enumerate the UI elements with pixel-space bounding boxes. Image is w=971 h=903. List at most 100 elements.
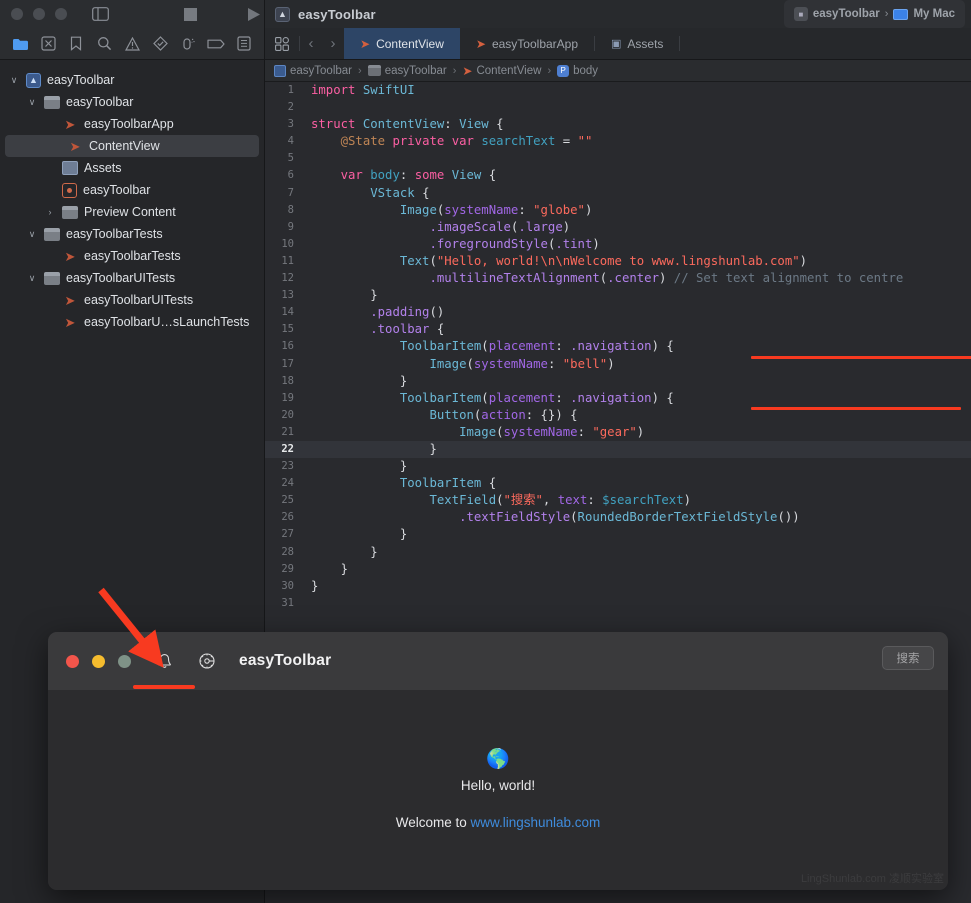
chevron-down-icon[interactable]: ∨: [26, 229, 38, 240]
code-line[interactable]: 2: [265, 99, 971, 116]
folder-project-navigator-icon[interactable]: [9, 33, 31, 55]
breakpoint-navigator-icon[interactable]: [205, 33, 227, 55]
code-text[interactable]: }: [303, 373, 971, 390]
code-text[interactable]: }: [303, 287, 971, 304]
code-line[interactable]: 5: [265, 150, 971, 167]
sidebar-item-contentview[interactable]: · ➤ ContentView: [5, 135, 259, 157]
code-line[interactable]: 29 }: [265, 561, 971, 578]
sidebar-item-easytoolbaruitests[interactable]: · ➤ easyToolbarUITests: [0, 289, 264, 311]
code-line[interactable]: 11 Text("Hello, world!\n\nWelcome to www…: [265, 253, 971, 270]
breadcrumb-item-folder[interactable]: easyToolbar: [367, 65, 447, 77]
navigate-back-button[interactable]: ‹: [300, 28, 322, 59]
sidebar-item-preview-content[interactable]: › Preview Content: [0, 201, 264, 223]
tab-easytoolbarapp[interactable]: ➤ easyToolbarApp: [460, 28, 594, 59]
run-play-icon[interactable]: [244, 4, 264, 24]
debug-navigator-icon[interactable]: [177, 33, 199, 55]
sidebar-item-easytoolbar[interactable]: ∨ easyToolbar: [0, 91, 264, 113]
code-text[interactable]: import SwiftUI: [303, 82, 971, 99]
sidebar-item-easytoolbartests[interactable]: ∨ easyToolbarTests: [0, 223, 264, 245]
sidebar-item-easytoolbaruitests[interactable]: ∨ easyToolbarUITests: [0, 267, 264, 289]
code-text[interactable]: ToolbarItem {: [303, 475, 971, 492]
code-line[interactable]: 7 VStack {: [265, 185, 971, 202]
chevron-right-icon[interactable]: ›: [44, 207, 56, 217]
code-text[interactable]: Text("Hello, world!\n\nWelcome to www.li…: [303, 253, 971, 270]
code-text[interactable]: .foregroundStyle(.tint): [303, 236, 971, 253]
chevron-down-icon[interactable]: ∨: [26, 97, 38, 108]
code-text[interactable]: @State private var searchText = "": [303, 133, 971, 150]
editor-grid-icon[interactable]: [265, 28, 299, 59]
tab-assets[interactable]: ▣ Assets: [595, 28, 679, 59]
code-line[interactable]: 21 Image(systemName: "gear"): [265, 424, 971, 441]
code-line[interactable]: 9 .imageScale(.large): [265, 219, 971, 236]
sidebar-toggle-icon[interactable]: [91, 4, 111, 24]
code-text[interactable]: [303, 99, 971, 116]
bookmark-navigator-icon[interactable]: [65, 33, 87, 55]
code-line[interactable]: 25 TextField("搜索", text: $searchText): [265, 492, 971, 509]
bell-icon[interactable]: [154, 651, 174, 671]
app-close-button[interactable]: [66, 654, 79, 668]
search-input[interactable]: 搜索: [882, 646, 934, 670]
code-text[interactable]: Image(systemName: "gear"): [303, 424, 971, 441]
find-navigator-icon[interactable]: [93, 33, 115, 55]
scheme-selector[interactable]: ■ easyToolbar › My Mac: [783, 0, 965, 28]
code-text[interactable]: ToolbarItem(placement: .navigation) {: [303, 390, 971, 407]
code-text[interactable]: }: [303, 544, 971, 561]
code-text[interactable]: }: [303, 561, 971, 578]
app-minimize-button[interactable]: [92, 654, 105, 668]
code-line[interactable]: 16 ToolbarItem(placement: .navigation) {: [265, 338, 971, 355]
sidebar-item-easytoolbaru-slaunchtests[interactable]: · ➤ easyToolbarU…sLaunchTests: [0, 311, 264, 333]
code-line[interactable]: 14 .padding(): [265, 304, 971, 321]
code-line[interactable]: 6 var body: some View {: [265, 167, 971, 184]
chevron-down-icon[interactable]: ∨: [8, 75, 20, 86]
code-text[interactable]: }: [303, 441, 971, 458]
sidebar-item-easytoolbar[interactable]: ∨ ▲ easyToolbar: [0, 69, 264, 91]
code-line[interactable]: 31: [265, 595, 971, 612]
code-line[interactable]: 13 }: [265, 287, 971, 304]
sidebar-item-easytoolbarapp[interactable]: · ➤ easyToolbarApp: [0, 113, 264, 135]
sidebar-item-assets[interactable]: · Assets: [0, 157, 264, 179]
code-text[interactable]: TextField("搜索", text: $searchText): [303, 492, 971, 509]
code-text[interactable]: VStack {: [303, 185, 971, 202]
code-text[interactable]: .multilineTextAlignment(.center) // Set …: [303, 270, 971, 287]
test-navigator-icon[interactable]: [149, 33, 171, 55]
sidebar-item-easytoolbar[interactable]: · easyToolbar: [0, 179, 264, 201]
grid-icon[interactable]: [180, 4, 200, 24]
code-text[interactable]: .imageScale(.large): [303, 219, 971, 236]
gear-icon[interactable]: [197, 651, 217, 671]
sidebar-item-easytoolbartests[interactable]: · ➤ easyToolbarTests: [0, 245, 264, 267]
code-line[interactable]: 24 ToolbarItem {: [265, 475, 971, 492]
code-text[interactable]: .toolbar {: [303, 321, 971, 338]
navigate-forward-button[interactable]: ›: [322, 28, 344, 59]
source-control-navigator-icon[interactable]: [37, 33, 59, 55]
code-text[interactable]: }: [303, 458, 971, 475]
minimize-window-button[interactable]: [32, 8, 45, 20]
code-text[interactable]: [303, 595, 971, 612]
code-text[interactable]: Image(systemName: "globe"): [303, 202, 971, 219]
code-line[interactable]: 23 }: [265, 458, 971, 475]
code-text[interactable]: .padding(): [303, 304, 971, 321]
code-text[interactable]: [303, 150, 971, 167]
code-text[interactable]: struct ContentView: View {: [303, 116, 971, 133]
code-text[interactable]: .textFieldStyle(RoundedBorderTextFieldSt…: [303, 509, 971, 526]
code-line[interactable]: 3 struct ContentView: View {: [265, 116, 971, 133]
code-line[interactable]: 18 }: [265, 373, 971, 390]
app-zoom-button[interactable]: [118, 654, 131, 668]
tab-contentview[interactable]: ➤ ContentView: [344, 28, 460, 59]
chevron-down-icon[interactable]: ∨: [26, 273, 38, 284]
close-window-button[interactable]: [11, 8, 23, 20]
code-text[interactable]: }: [303, 526, 971, 543]
code-text[interactable]: var body: some View {: [303, 167, 971, 184]
code-line[interactable]: 19 ToolbarItem(placement: .navigation) {: [265, 390, 971, 407]
code-line[interactable]: 15 .toolbar {: [265, 321, 971, 338]
code-line[interactable]: 22 }: [265, 440, 971, 459]
code-line[interactable]: 8 Image(systemName: "globe"): [265, 202, 971, 219]
report-navigator-icon[interactable]: [233, 33, 255, 55]
code-line[interactable]: 4 @State private var searchText = "": [265, 133, 971, 150]
code-line[interactable]: 26 .textFieldStyle(RoundedBorderTextFiel…: [265, 509, 971, 526]
code-text[interactable]: }: [303, 578, 971, 595]
zoom-window-button[interactable]: [54, 8, 67, 20]
code-line[interactable]: 28 }: [265, 544, 971, 561]
code-line[interactable]: 10 .foregroundStyle(.tint): [265, 236, 971, 253]
code-line[interactable]: 12 .multilineTextAlignment(.center) // S…: [265, 270, 971, 287]
breadcrumb-item-project[interactable]: easyToolbar: [274, 64, 352, 77]
